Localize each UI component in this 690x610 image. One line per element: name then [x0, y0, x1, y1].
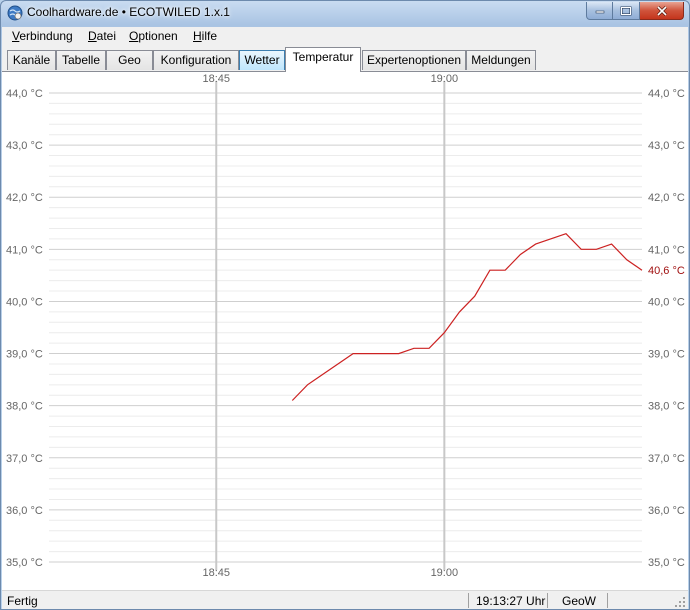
- tab-meldungen[interactable]: Meldungen: [466, 50, 536, 70]
- tab-kanaele[interactable]: Kanäle: [7, 50, 56, 70]
- menu-optionen[interactable]: Optionen: [129, 29, 178, 43]
- status-mode: GeoW: [562, 594, 597, 608]
- x-tick-label-bottom: 19:00: [431, 567, 459, 579]
- menu-verbindung[interactable]: Verbindung: [12, 29, 73, 43]
- tab-expertenoptionen[interactable]: Expertenoptionen: [362, 50, 466, 70]
- menu-label: atei: [96, 29, 117, 43]
- y-tick-label-left: 41,0 °C: [6, 244, 43, 256]
- menu-accel: D: [88, 29, 97, 43]
- y-tick-label-right: 43,0 °C: [648, 140, 685, 152]
- status-separator: [607, 593, 608, 608]
- tab-wetter[interactable]: Wetter: [239, 50, 285, 70]
- menu-label: erbindung: [19, 29, 73, 43]
- client-area: Kanäle Tabelle Geo Konfiguration Wetter …: [2, 46, 688, 609]
- title-bar[interactable]: Coolhardware.de • ECOTWILED 1.x.1: [1, 1, 689, 25]
- y-tick-label-right: 35,0 °C: [648, 557, 685, 569]
- y-tick-label-left: 40,0 °C: [6, 296, 43, 308]
- menu-label: ptionen: [138, 29, 178, 43]
- menu-accel: O: [129, 29, 139, 43]
- y-tick-label-right: 44,0 °C: [648, 88, 685, 100]
- tab-temperatur[interactable]: Temperatur: [285, 47, 361, 72]
- tab-geo[interactable]: Geo: [106, 50, 153, 70]
- status-state: Fertig: [7, 594, 38, 608]
- status-bar: Fertig 19:13:27 Uhr GeoW: [2, 590, 688, 609]
- x-tick-label-bottom: 18:45: [202, 567, 230, 579]
- y-tick-label-right: 39,0 °C: [648, 349, 685, 361]
- status-separator: [468, 593, 469, 608]
- temperature-chart-panel: 18:45 18:45 19:00 19:00 44,0 °C 44,0 °C 43,0 °…: [2, 72, 688, 591]
- status-time: 19:13:27 Uhr: [476, 594, 546, 608]
- status-separator: [547, 593, 548, 608]
- y-tick-label-left: 44,0 °C: [6, 88, 43, 100]
- resize-grip-icon[interactable]: [674, 596, 686, 608]
- temperature-chart[interactable]: 18:45 18:45 19:00 19:00 44,0 °C 44,0 °C 43,0 °…: [2, 72, 688, 591]
- maximize-icon: [620, 6, 632, 15]
- y-tick-label-left: 42,0 °C: [6, 192, 43, 204]
- menu-hilfe[interactable]: Hilfe: [193, 29, 217, 43]
- y-tick-label-left: 36,0 °C: [6, 505, 43, 517]
- y-tick-label-left: 35,0 °C: [6, 557, 43, 569]
- y-tick-label-right: 42,0 °C: [648, 192, 685, 204]
- menu-label: ilfe: [201, 29, 218, 43]
- minimize-button[interactable]: [586, 2, 613, 20]
- y-tick-label-left: 43,0 °C: [6, 140, 43, 152]
- tab-strip: Kanäle Tabelle Geo Konfiguration Wetter …: [2, 46, 688, 72]
- menu-bar: Verbindung Datei Optionen Hilfe: [2, 27, 688, 46]
- y-tick-label-left: 39,0 °C: [6, 349, 43, 361]
- maximize-button[interactable]: [613, 2, 640, 20]
- y-tick-label-left: 37,0 °C: [6, 453, 43, 465]
- y-tick-label-right: 40,0 °C: [648, 296, 685, 308]
- window-title: Coolhardware.de • ECOTWILED 1.x.1: [27, 5, 230, 19]
- y-tick-label-right: 41,0 °C: [648, 244, 685, 256]
- tab-tabelle[interactable]: Tabelle: [56, 50, 106, 70]
- tab-konfiguration[interactable]: Konfiguration: [153, 50, 239, 70]
- menu-accel: H: [193, 29, 202, 43]
- y-tick-label-right: 38,0 °C: [648, 401, 685, 413]
- close-icon: [656, 5, 667, 16]
- current-value-label: 40,6 °C: [648, 265, 685, 277]
- x-tick-label-top: 19:00: [431, 73, 459, 85]
- app-window: Coolhardware.de • ECOTWILED 1.x.1 Verbin…: [0, 0, 690, 610]
- close-button[interactable]: [640, 2, 684, 20]
- y-tick-label-right: 37,0 °C: [648, 453, 685, 465]
- temperature-series-line: [291, 233, 643, 401]
- y-tick-label-right: 36,0 °C: [648, 505, 685, 517]
- minimize-icon: [595, 10, 604, 13]
- menu-datei[interactable]: Datei: [88, 29, 116, 43]
- x-tick-label-top: 18:45: [202, 73, 230, 85]
- app-globe-icon[interactable]: [7, 5, 23, 21]
- y-tick-label-left: 38,0 °C: [6, 401, 43, 413]
